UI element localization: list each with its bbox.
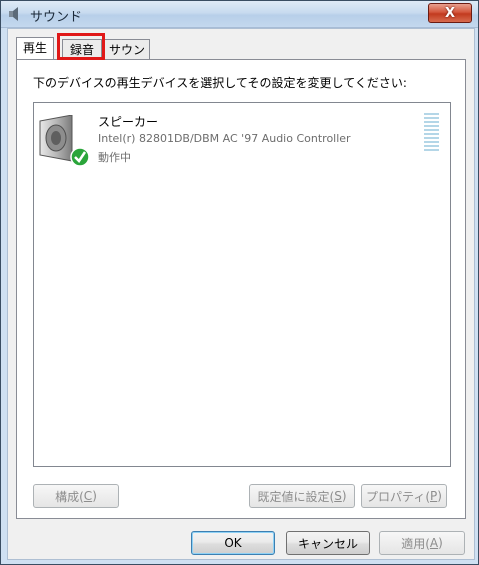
sound-dialog: サウンド X 再生 録音 サウンド 下のデバイスの再生デバイスを選択してその設定…	[0, 0, 479, 565]
device-list[interactable]: スピーカー Intel(r) 82801DB/DBM AC '97 Audio …	[33, 102, 451, 467]
cancel-button[interactable]: キャンセル	[286, 531, 370, 555]
apply-button[interactable]: 適用(A)	[379, 531, 465, 555]
tab-recording[interactable]: 録音	[62, 39, 102, 59]
close-button[interactable]: X	[428, 3, 472, 23]
tab-sounds[interactable]: サウンド	[104, 39, 150, 77]
ok-button[interactable]: OK	[191, 531, 275, 555]
device-description: Intel(r) 82801DB/DBM AC '97 Audio Contro…	[98, 132, 351, 145]
list-item[interactable]: スピーカー Intel(r) 82801DB/DBM AC '97 Audio …	[36, 105, 448, 173]
close-icon: X	[444, 5, 456, 21]
device-name: スピーカー	[98, 115, 159, 129]
dialog-body: 再生 録音 サウンド 下のデバイスの再生デバイスを選択してその設定を変更してくだ…	[7, 28, 475, 560]
volume-level-meter	[424, 113, 439, 155]
configure-button[interactable]: 構成(C)	[33, 484, 119, 508]
instruction-text: 下のデバイスの再生デバイスを選択してその設定を変更してください:	[33, 76, 407, 90]
speaker-device-icon	[39, 115, 90, 167]
speaker-icon	[9, 7, 18, 21]
tab-label: 録音	[69, 43, 94, 57]
properties-button[interactable]: プロパティ(P)	[361, 484, 447, 508]
window-title: サウンド	[30, 10, 83, 25]
tab-playback[interactable]: 再生	[16, 37, 54, 59]
set-default-button[interactable]: 既定値に設定(S)	[249, 484, 355, 508]
device-status: 動作中	[98, 151, 131, 164]
tab-label: 再生	[22, 41, 47, 55]
playback-panel: 下のデバイスの再生デバイスを選択してその設定を変更してください: スピーカー I…	[16, 59, 466, 519]
title-bar[interactable]: サウンド X	[1, 1, 478, 28]
